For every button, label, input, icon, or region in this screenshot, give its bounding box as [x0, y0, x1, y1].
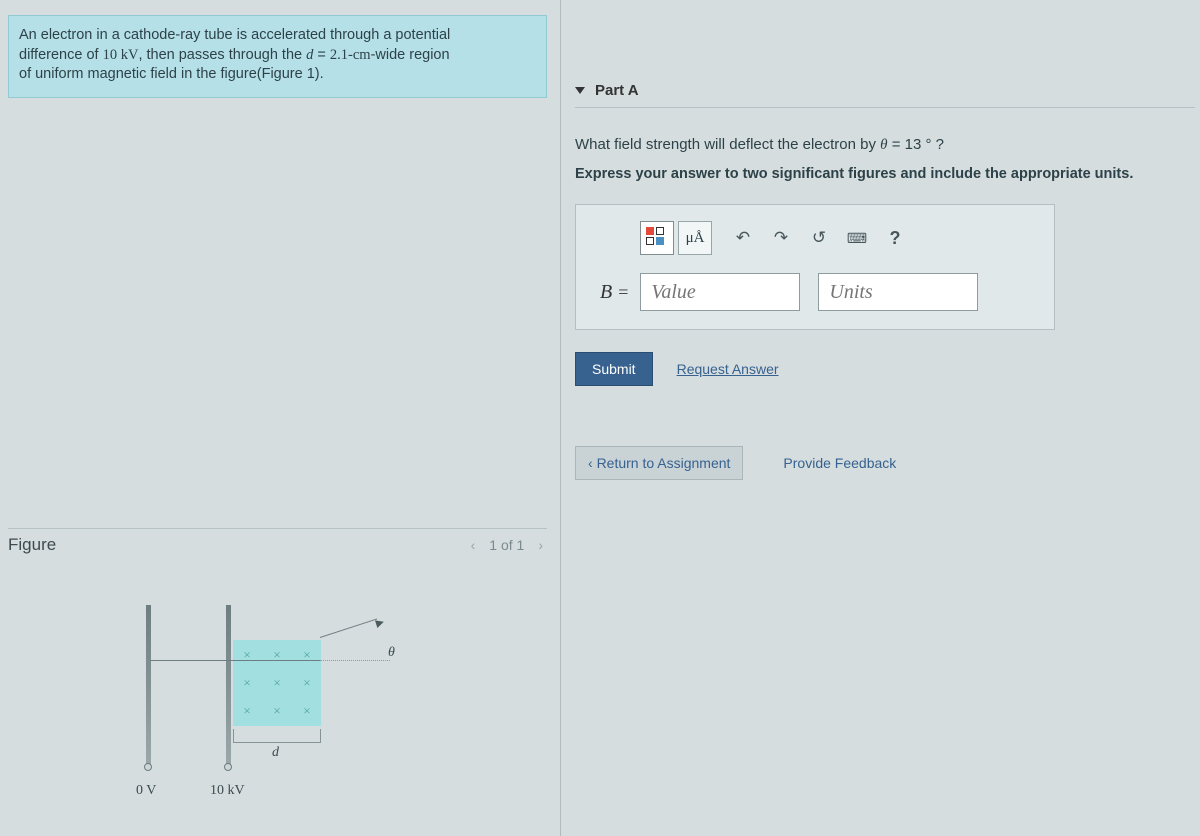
- question-segment: What field strength will deflect the ele…: [575, 136, 880, 153]
- return-to-assignment-button[interactable]: ‹ Return to Assignment: [575, 446, 743, 480]
- figure-pager: ‹ 1 of 1 ›: [471, 537, 543, 553]
- field-into-page-icon: ×: [273, 647, 280, 663]
- beam-arrow-icon: [375, 618, 385, 628]
- figure-title: Figure: [8, 535, 56, 555]
- d-width: 2.1-cm: [330, 47, 371, 63]
- problem-text: =: [313, 47, 330, 63]
- return-label: Return to Assignment: [597, 455, 731, 471]
- redo-button[interactable]: ↷: [764, 221, 798, 255]
- problem-text: of uniform magnetic field in the figure(…: [19, 66, 324, 82]
- figure-page-indicator: 1 of 1: [489, 537, 524, 553]
- plate-10kv: [226, 605, 231, 765]
- electron-beam-deflected: [320, 618, 377, 637]
- problem-text: , then passes through the: [138, 47, 306, 63]
- part-title: Part A: [595, 82, 639, 99]
- figure-prev-icon[interactable]: ‹: [471, 537, 476, 553]
- figure-canvas: 0 V 10 kV × × × × × × × × × d θ: [98, 605, 398, 805]
- field-into-page-icon: ×: [243, 647, 250, 663]
- templates-button[interactable]: [640, 221, 674, 255]
- field-into-page-icon: ×: [243, 703, 250, 719]
- provide-feedback-link[interactable]: Provide Feedback: [783, 455, 896, 471]
- field-into-page-icon: ×: [243, 675, 250, 691]
- footer-row: ‹ Return to Assignment Provide Feedback: [575, 446, 1195, 480]
- submit-button[interactable]: Submit: [575, 352, 653, 386]
- reference-line: [320, 660, 390, 661]
- undo-button[interactable]: ↶: [726, 221, 760, 255]
- answer-input-row: B =: [600, 273, 1038, 311]
- problem-text: An electron in a cathode-ray tube is acc…: [19, 27, 450, 43]
- problem-text: difference of: [19, 47, 103, 63]
- equals-sign: =: [618, 282, 628, 303]
- answer-variable: B: [600, 281, 612, 304]
- label-0v: 0 V: [136, 783, 156, 799]
- units-input[interactable]: [818, 273, 978, 311]
- figure-section: Figure ‹ 1 of 1 › 0 V 10 kV × × × × × × …: [8, 528, 547, 805]
- theta-label: θ: [388, 645, 395, 661]
- chevron-left-icon: ‹: [588, 455, 597, 471]
- figure-header: Figure ‹ 1 of 1 ›: [8, 529, 547, 565]
- label-10kv: 10 kV: [210, 783, 245, 799]
- figure-next-icon[interactable]: ›: [538, 537, 543, 553]
- help-button[interactable]: ?: [878, 221, 912, 255]
- right-column: Part A What field strength will deflect …: [575, 0, 1195, 836]
- value-input[interactable]: [640, 273, 800, 311]
- question-text: What field strength will deflect the ele…: [575, 136, 1195, 154]
- d-label: d: [272, 745, 279, 761]
- problem-voltage: 10 kV: [103, 47, 139, 63]
- keyboard-button[interactable]: ⌨: [840, 221, 874, 255]
- answer-instructions: Express your answer to two significant f…: [575, 166, 1195, 182]
- field-into-page-icon: ×: [303, 703, 310, 719]
- column-divider: [560, 0, 561, 836]
- question-segment: = 13 ° ?: [888, 136, 944, 153]
- units-symbol-button[interactable]: μÅ: [678, 221, 712, 255]
- submit-row: Submit Request Answer: [575, 352, 1195, 386]
- field-into-page-icon: ×: [303, 647, 310, 663]
- problem-statement: An electron in a cathode-ray tube is acc…: [8, 15, 547, 98]
- electron-beam: [150, 660, 320, 661]
- request-answer-link[interactable]: Request Answer: [677, 361, 779, 377]
- field-into-page-icon: ×: [273, 703, 280, 719]
- reset-button[interactable]: ↺: [802, 221, 836, 255]
- answer-toolbar: μÅ ↶ ↷ ↺ ⌨ ?: [640, 221, 1038, 255]
- field-into-page-icon: ×: [303, 675, 310, 691]
- plate-terminal: [224, 763, 232, 771]
- answer-box: μÅ ↶ ↷ ↺ ⌨ ? B =: [575, 204, 1055, 330]
- collapse-icon: [575, 87, 585, 94]
- field-into-page-icon: ×: [273, 675, 280, 691]
- plate-0v: [146, 605, 151, 765]
- part-header[interactable]: Part A: [575, 82, 1195, 108]
- left-column: An electron in a cathode-ray tube is acc…: [0, 0, 555, 836]
- plate-terminal: [144, 763, 152, 771]
- magnetic-field-region: × × × × × × × × ×: [233, 640, 321, 726]
- templates-icon: [646, 227, 668, 249]
- problem-text: -wide region: [371, 47, 450, 63]
- d-brace: [233, 729, 321, 743]
- theta-symbol: θ: [880, 137, 887, 153]
